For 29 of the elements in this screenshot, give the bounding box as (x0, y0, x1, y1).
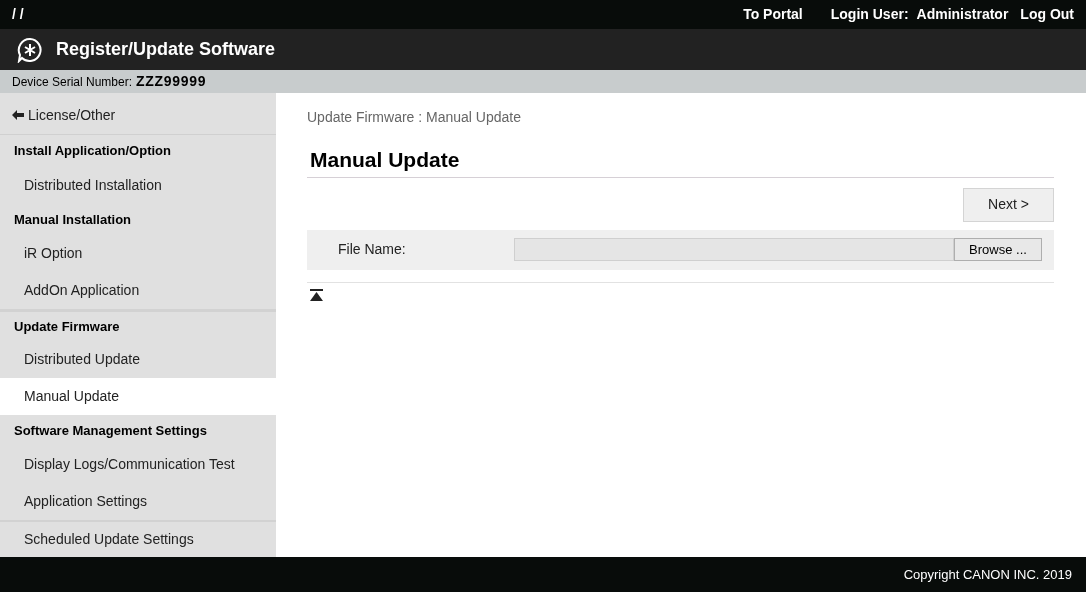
browse-button[interactable]: Browse ... (954, 238, 1042, 261)
login-label: Login User: (830, 5, 909, 24)
sidebar-item[interactable]: AddOn Application (0, 272, 276, 310)
sidebar-item[interactable]: Manual Update (0, 377, 276, 415)
sidebar-item[interactable]: Application Settings (0, 483, 276, 521)
back-arrow-icon (12, 110, 24, 121)
serial-label: Device Serial Number: (12, 73, 133, 91)
section-heading: Update Firmware (14, 317, 120, 336)
sidebar-item[interactable]: Display Logs/Communication Test (0, 446, 276, 484)
serial-number: ZZZ99999 (136, 72, 207, 91)
file-input-field[interactable] (514, 238, 954, 261)
sidebar-item[interactable]: Distributed Installation (0, 166, 276, 204)
logout-link[interactable]: Log Out (1020, 4, 1074, 25)
section-heading: Install Application/Option (14, 142, 171, 160)
logo-icon (16, 36, 44, 63)
copyright: Copyright CANON INC. 2019 (903, 565, 1072, 584)
section-heading: Software Management Settings (14, 421, 207, 440)
next-button[interactable]: Next > (963, 187, 1054, 222)
breadcrumb: / / (12, 5, 24, 24)
section-heading: Manual Installation (14, 210, 131, 229)
app-title: Register/Update Software (56, 38, 276, 61)
portal-link[interactable]: To Portal (743, 4, 803, 25)
user-name: Administrator (916, 5, 1009, 24)
page-breadcrumb: Update Firmware : Manual Update (307, 108, 522, 127)
scroll-to-top-icon (310, 288, 323, 301)
page-title: Manual Update (310, 148, 460, 171)
sidebar-item[interactable]: Distributed Update (0, 340, 276, 378)
sidebar-item[interactable]: iR Option (0, 235, 276, 273)
file-name-label: File Name: (338, 240, 407, 259)
